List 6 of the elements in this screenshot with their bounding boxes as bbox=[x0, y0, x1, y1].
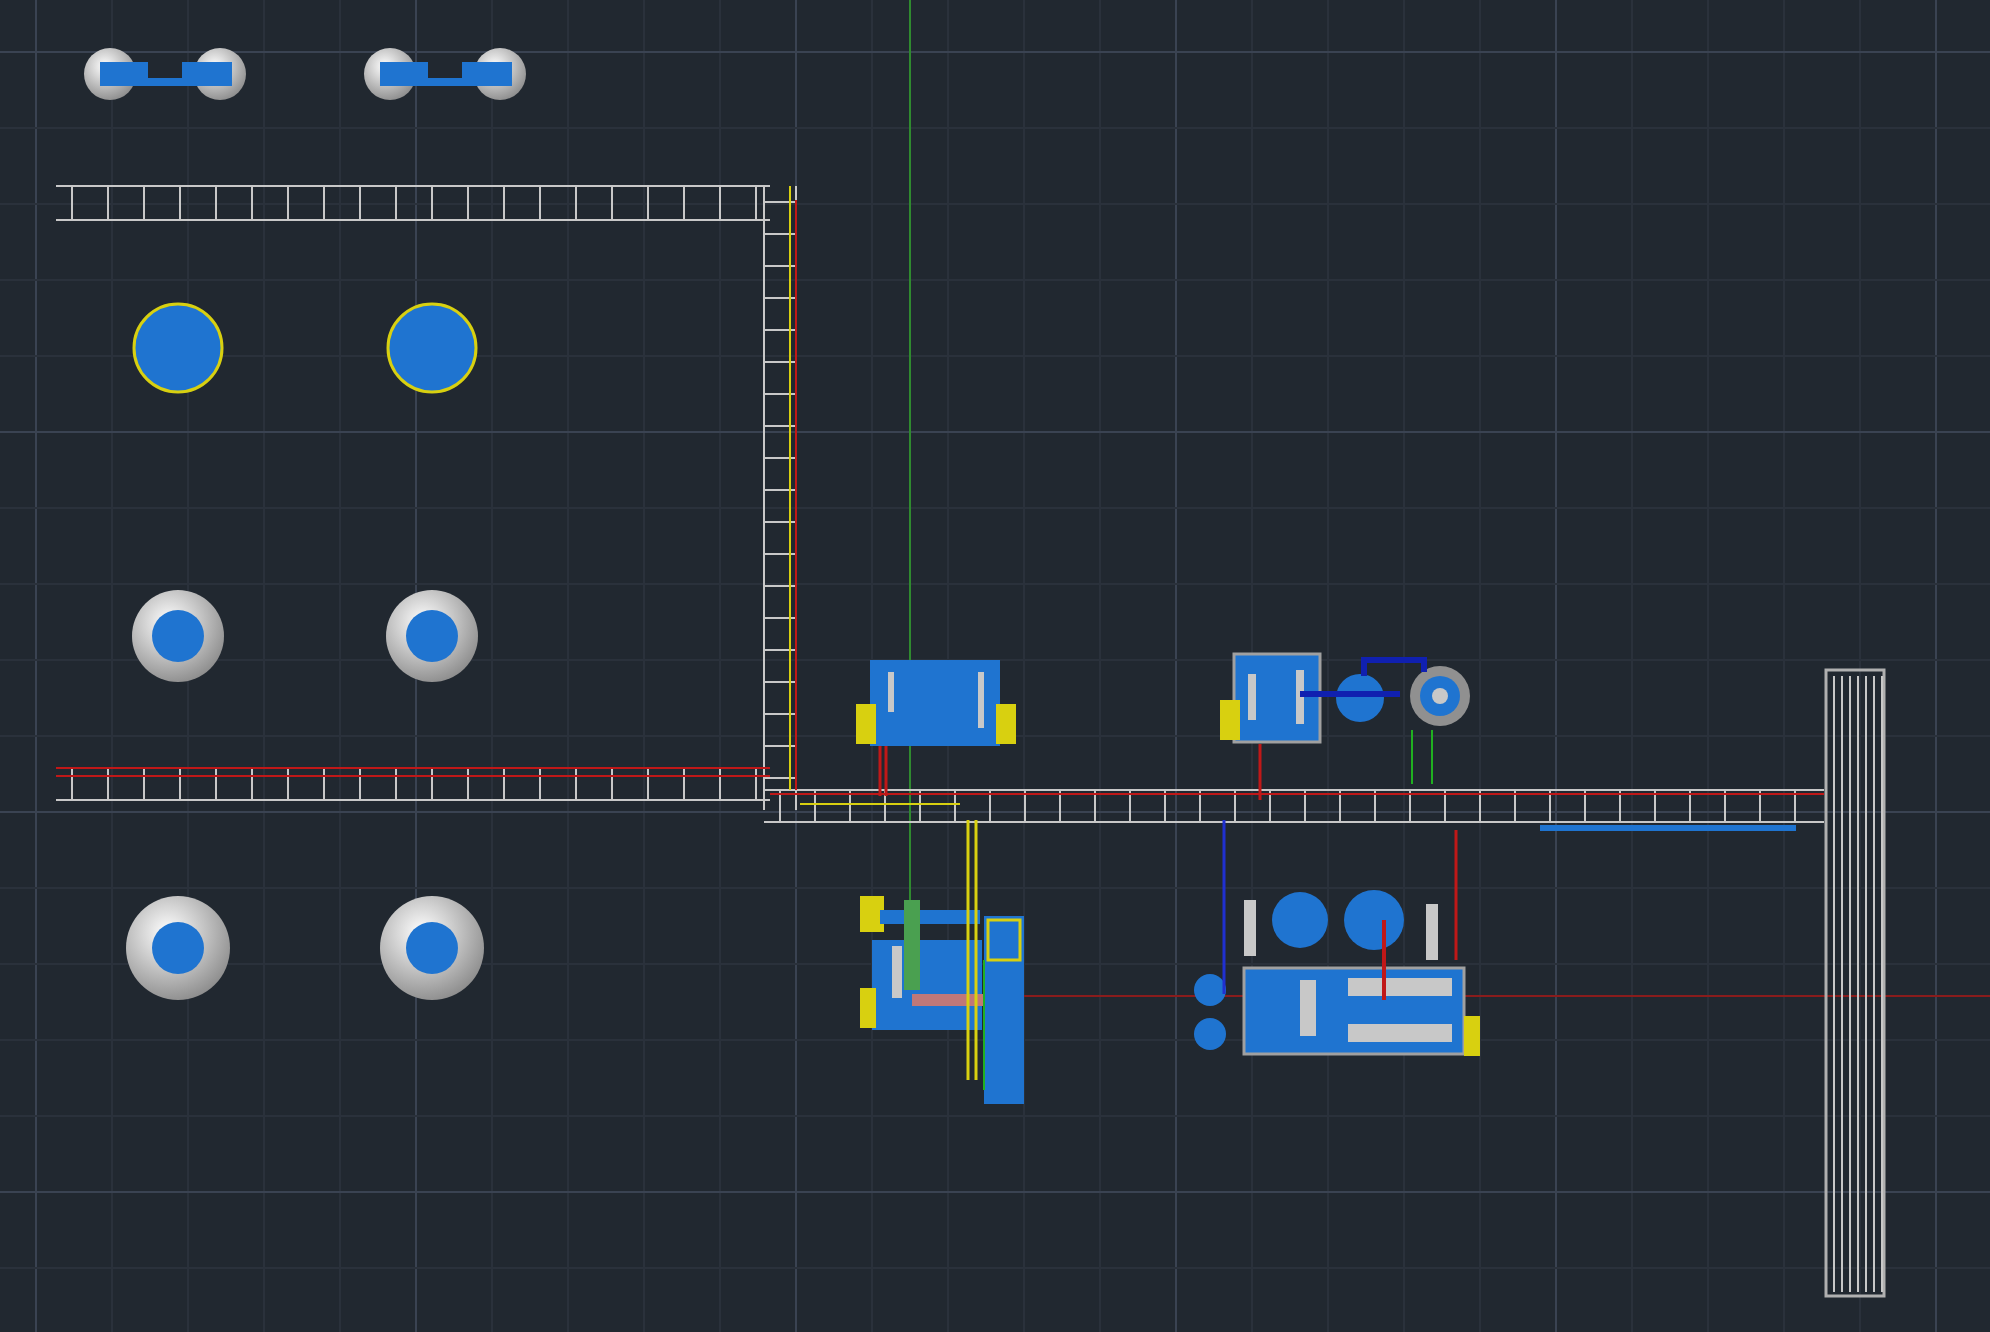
tank-drawing bbox=[132, 590, 224, 682]
tank-drawing bbox=[126, 896, 230, 1000]
tank-drawing bbox=[380, 896, 484, 1000]
tank-drawing bbox=[386, 590, 478, 682]
tank-drawing bbox=[132, 302, 224, 394]
tank-drawing bbox=[386, 302, 478, 394]
